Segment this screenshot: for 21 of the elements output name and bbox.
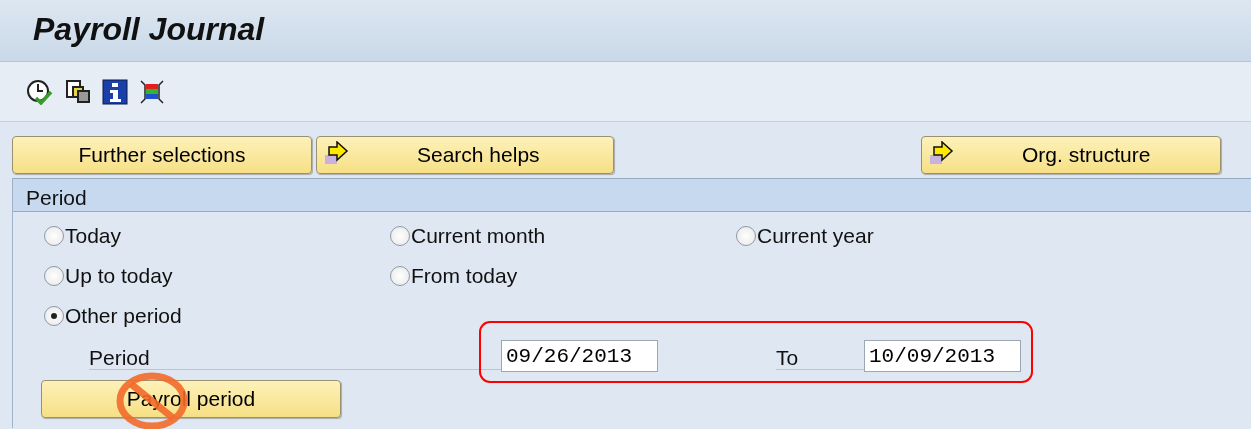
- radio-option[interactable]: Other period: [44, 300, 390, 332]
- date-field[interactable]: 10/09/2013: [864, 340, 1021, 372]
- field-label: Period: [89, 336, 501, 370]
- radio-option[interactable]: Current year: [736, 220, 1082, 252]
- toolbar-button[interactable]: Search helps: [316, 136, 614, 174]
- radio-option[interactable]: Today: [44, 220, 390, 252]
- toolbar-button[interactable]: Org. structure: [921, 136, 1221, 174]
- payroll-period-button[interactable]: Payroll period: [41, 380, 341, 418]
- radio-option[interactable]: From today: [390, 260, 736, 292]
- date-field[interactable]: 09/26/2013: [501, 340, 658, 372]
- toolbar-button[interactable]: Further selections: [12, 136, 312, 174]
- clock-check-icon[interactable]: [26, 78, 54, 105]
- arrow-icon: [930, 141, 956, 167]
- info-icon[interactable]: [102, 78, 128, 105]
- section-header: Period: [13, 178, 1251, 212]
- arrow-icon: [325, 141, 351, 167]
- radio-option[interactable]: Up to today: [44, 260, 390, 292]
- copy-icon[interactable]: [65, 78, 91, 105]
- layout-icon[interactable]: [139, 78, 165, 105]
- window-title: Payroll Journal: [33, 12, 266, 48]
- radio-option[interactable]: Current month: [390, 220, 736, 252]
